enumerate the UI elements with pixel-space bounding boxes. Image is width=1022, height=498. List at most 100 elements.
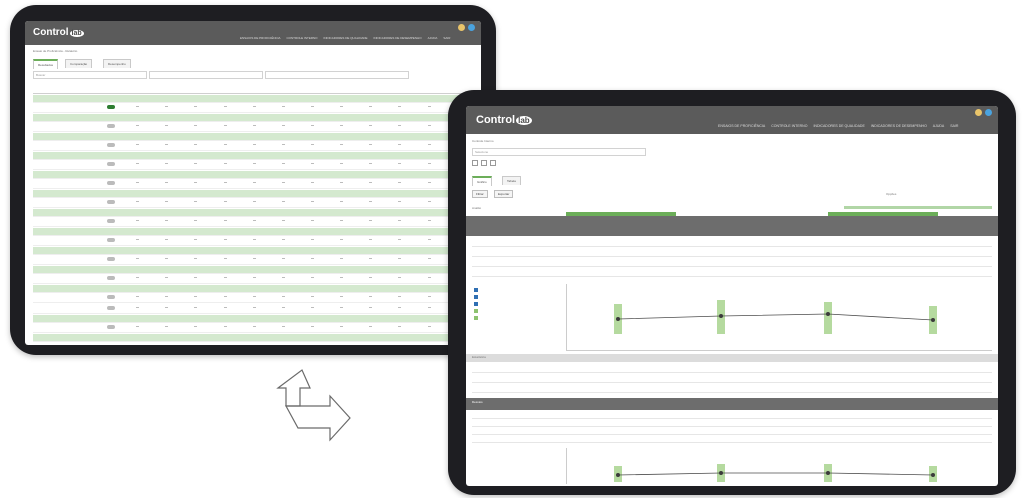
menu-item[interactable]: ENSAIOS DE PROFICIÊNCIA	[240, 36, 281, 40]
table-row[interactable]	[33, 103, 473, 113]
table-row[interactable]	[33, 122, 473, 132]
legend-swatch[interactable]	[474, 316, 478, 320]
table-section-header	[33, 95, 473, 103]
brand-logo[interactable]: Control lab	[33, 27, 84, 38]
table-row[interactable]	[33, 141, 473, 151]
enable-toggle[interactable]	[107, 219, 115, 223]
right-topbar: Control lab ENSAIOS DE PROFICIÊNCIA CONTR…	[466, 106, 998, 134]
page-title: Controle Interno	[472, 139, 494, 143]
menu-item[interactable]: AJUDA	[428, 36, 438, 40]
table-row[interactable]	[33, 293, 473, 303]
section-label: Analito	[472, 206, 482, 210]
swap-arrows-icon	[276, 369, 351, 442]
enable-toggle[interactable]	[107, 257, 115, 261]
table-row	[472, 392, 992, 393]
control-point[interactable]	[931, 473, 935, 477]
enable-toggle[interactable]	[107, 143, 115, 147]
search-input[interactable]: Buscar	[33, 71, 147, 79]
table-section-header	[33, 190, 473, 198]
menu-item[interactable]: CONTROLE INTERNO	[771, 124, 807, 128]
checkbox[interactable]	[472, 160, 478, 166]
control-point[interactable]	[931, 318, 935, 322]
checkbox[interactable]	[490, 160, 496, 166]
table-row[interactable]	[33, 217, 473, 227]
stats-section-header	[466, 354, 998, 362]
menu-item[interactable]: SAIR	[950, 124, 958, 128]
control-point[interactable]	[616, 317, 620, 321]
control-line	[617, 313, 934, 321]
legend-swatch[interactable]	[474, 288, 478, 292]
legend-swatch[interactable]	[474, 309, 478, 313]
enable-toggle[interactable]	[107, 276, 115, 280]
enable-toggle[interactable]	[107, 200, 115, 204]
control-chart	[566, 284, 992, 351]
table-row	[472, 276, 992, 277]
enable-toggle[interactable]	[107, 325, 115, 329]
table-row[interactable]	[33, 304, 473, 314]
table-row[interactable]	[33, 255, 473, 265]
table-section-header	[33, 228, 473, 236]
table-row	[472, 382, 992, 383]
active-column-marker	[566, 212, 676, 216]
filter-button[interactable]: Filtrar	[472, 190, 488, 198]
enable-toggle[interactable]	[107, 124, 115, 128]
table-row[interactable]	[33, 160, 473, 170]
enable-toggle[interactable]	[107, 238, 115, 242]
filter-checkboxes	[472, 160, 496, 166]
legend-swatch[interactable]	[474, 295, 478, 299]
enable-toggle[interactable]	[107, 162, 115, 166]
left-tablet: Control lab ENSAIOS DE PROFICIÊNCIA CONTR…	[10, 5, 496, 355]
table-section-header	[33, 152, 473, 160]
menu-item[interactable]: INDICADORES DE DESEMPENHO	[374, 36, 422, 40]
logo-text: Control	[476, 114, 516, 126]
enable-toggle[interactable]	[107, 306, 115, 310]
flag-icon[interactable]	[975, 109, 982, 116]
date-select[interactable]	[149, 71, 263, 79]
table-section-header	[33, 266, 473, 274]
table-section-header	[33, 315, 473, 323]
table-row[interactable]	[33, 179, 473, 189]
tab-performance[interactable]: Desempenho	[103, 59, 131, 68]
options-label: Opções	[886, 192, 897, 196]
control-point[interactable]	[616, 473, 620, 477]
enable-toggle[interactable]	[107, 105, 115, 109]
table-row[interactable]	[33, 198, 473, 208]
analyte-select[interactable]: Selecione	[472, 148, 646, 156]
tab-chart[interactable]: Gráfico	[472, 176, 492, 186]
control-point[interactable]	[826, 471, 830, 475]
left-tablet-screen: Control lab ENSAIOS DE PROFICIÊNCIA CONTR…	[25, 21, 481, 345]
table-row[interactable]	[33, 274, 473, 284]
tab-results[interactable]: Resultados	[33, 59, 59, 69]
menu-item[interactable]: SAIR	[443, 36, 450, 40]
table-row[interactable]	[33, 323, 473, 333]
menu-item[interactable]: AJUDA	[933, 124, 944, 128]
deviation-line	[617, 472, 934, 476]
brand-logo[interactable]: Control lab	[476, 114, 532, 126]
menu-item[interactable]: INDICADORES DE QUALIDADE	[813, 124, 864, 128]
menu-item[interactable]: CONTROLE INTERNO	[287, 36, 318, 40]
enable-toggle[interactable]	[107, 181, 115, 185]
table-row	[472, 426, 992, 427]
menu-item[interactable]: ENSAIOS DE PROFICIÊNCIA	[718, 124, 765, 128]
checkbox[interactable]	[481, 160, 487, 166]
control-point[interactable]	[719, 314, 723, 318]
flag-icon[interactable]	[458, 24, 465, 31]
tab-comparison[interactable]: Comparação	[65, 59, 93, 68]
report-links[interactable]	[844, 206, 992, 209]
left-topbar: Control lab ENSAIOS DE PROFICIÊNCIA CONTR…	[25, 21, 481, 45]
user-icon[interactable]	[468, 24, 475, 31]
tab-table[interactable]: Tabela	[502, 176, 521, 185]
enable-toggle[interactable]	[107, 295, 115, 299]
control-point[interactable]	[719, 471, 723, 475]
menu-item[interactable]: INDICADORES DE QUALIDADE	[324, 36, 368, 40]
logo-badge: lab	[516, 116, 532, 125]
legend-swatch[interactable]	[474, 302, 478, 306]
user-icon[interactable]	[985, 109, 992, 116]
table-row[interactable]	[33, 236, 473, 246]
logo-text: Control	[33, 27, 69, 38]
control-point[interactable]	[826, 312, 830, 316]
right-tablet: Control lab ENSAIOS DE PROFICIÊNCIA CONTR…	[448, 90, 1016, 495]
export-button[interactable]: Exportar	[494, 190, 514, 198]
menu-item[interactable]: INDICADORES DE DESEMPENHO	[871, 124, 927, 128]
type-select[interactable]	[265, 71, 409, 79]
